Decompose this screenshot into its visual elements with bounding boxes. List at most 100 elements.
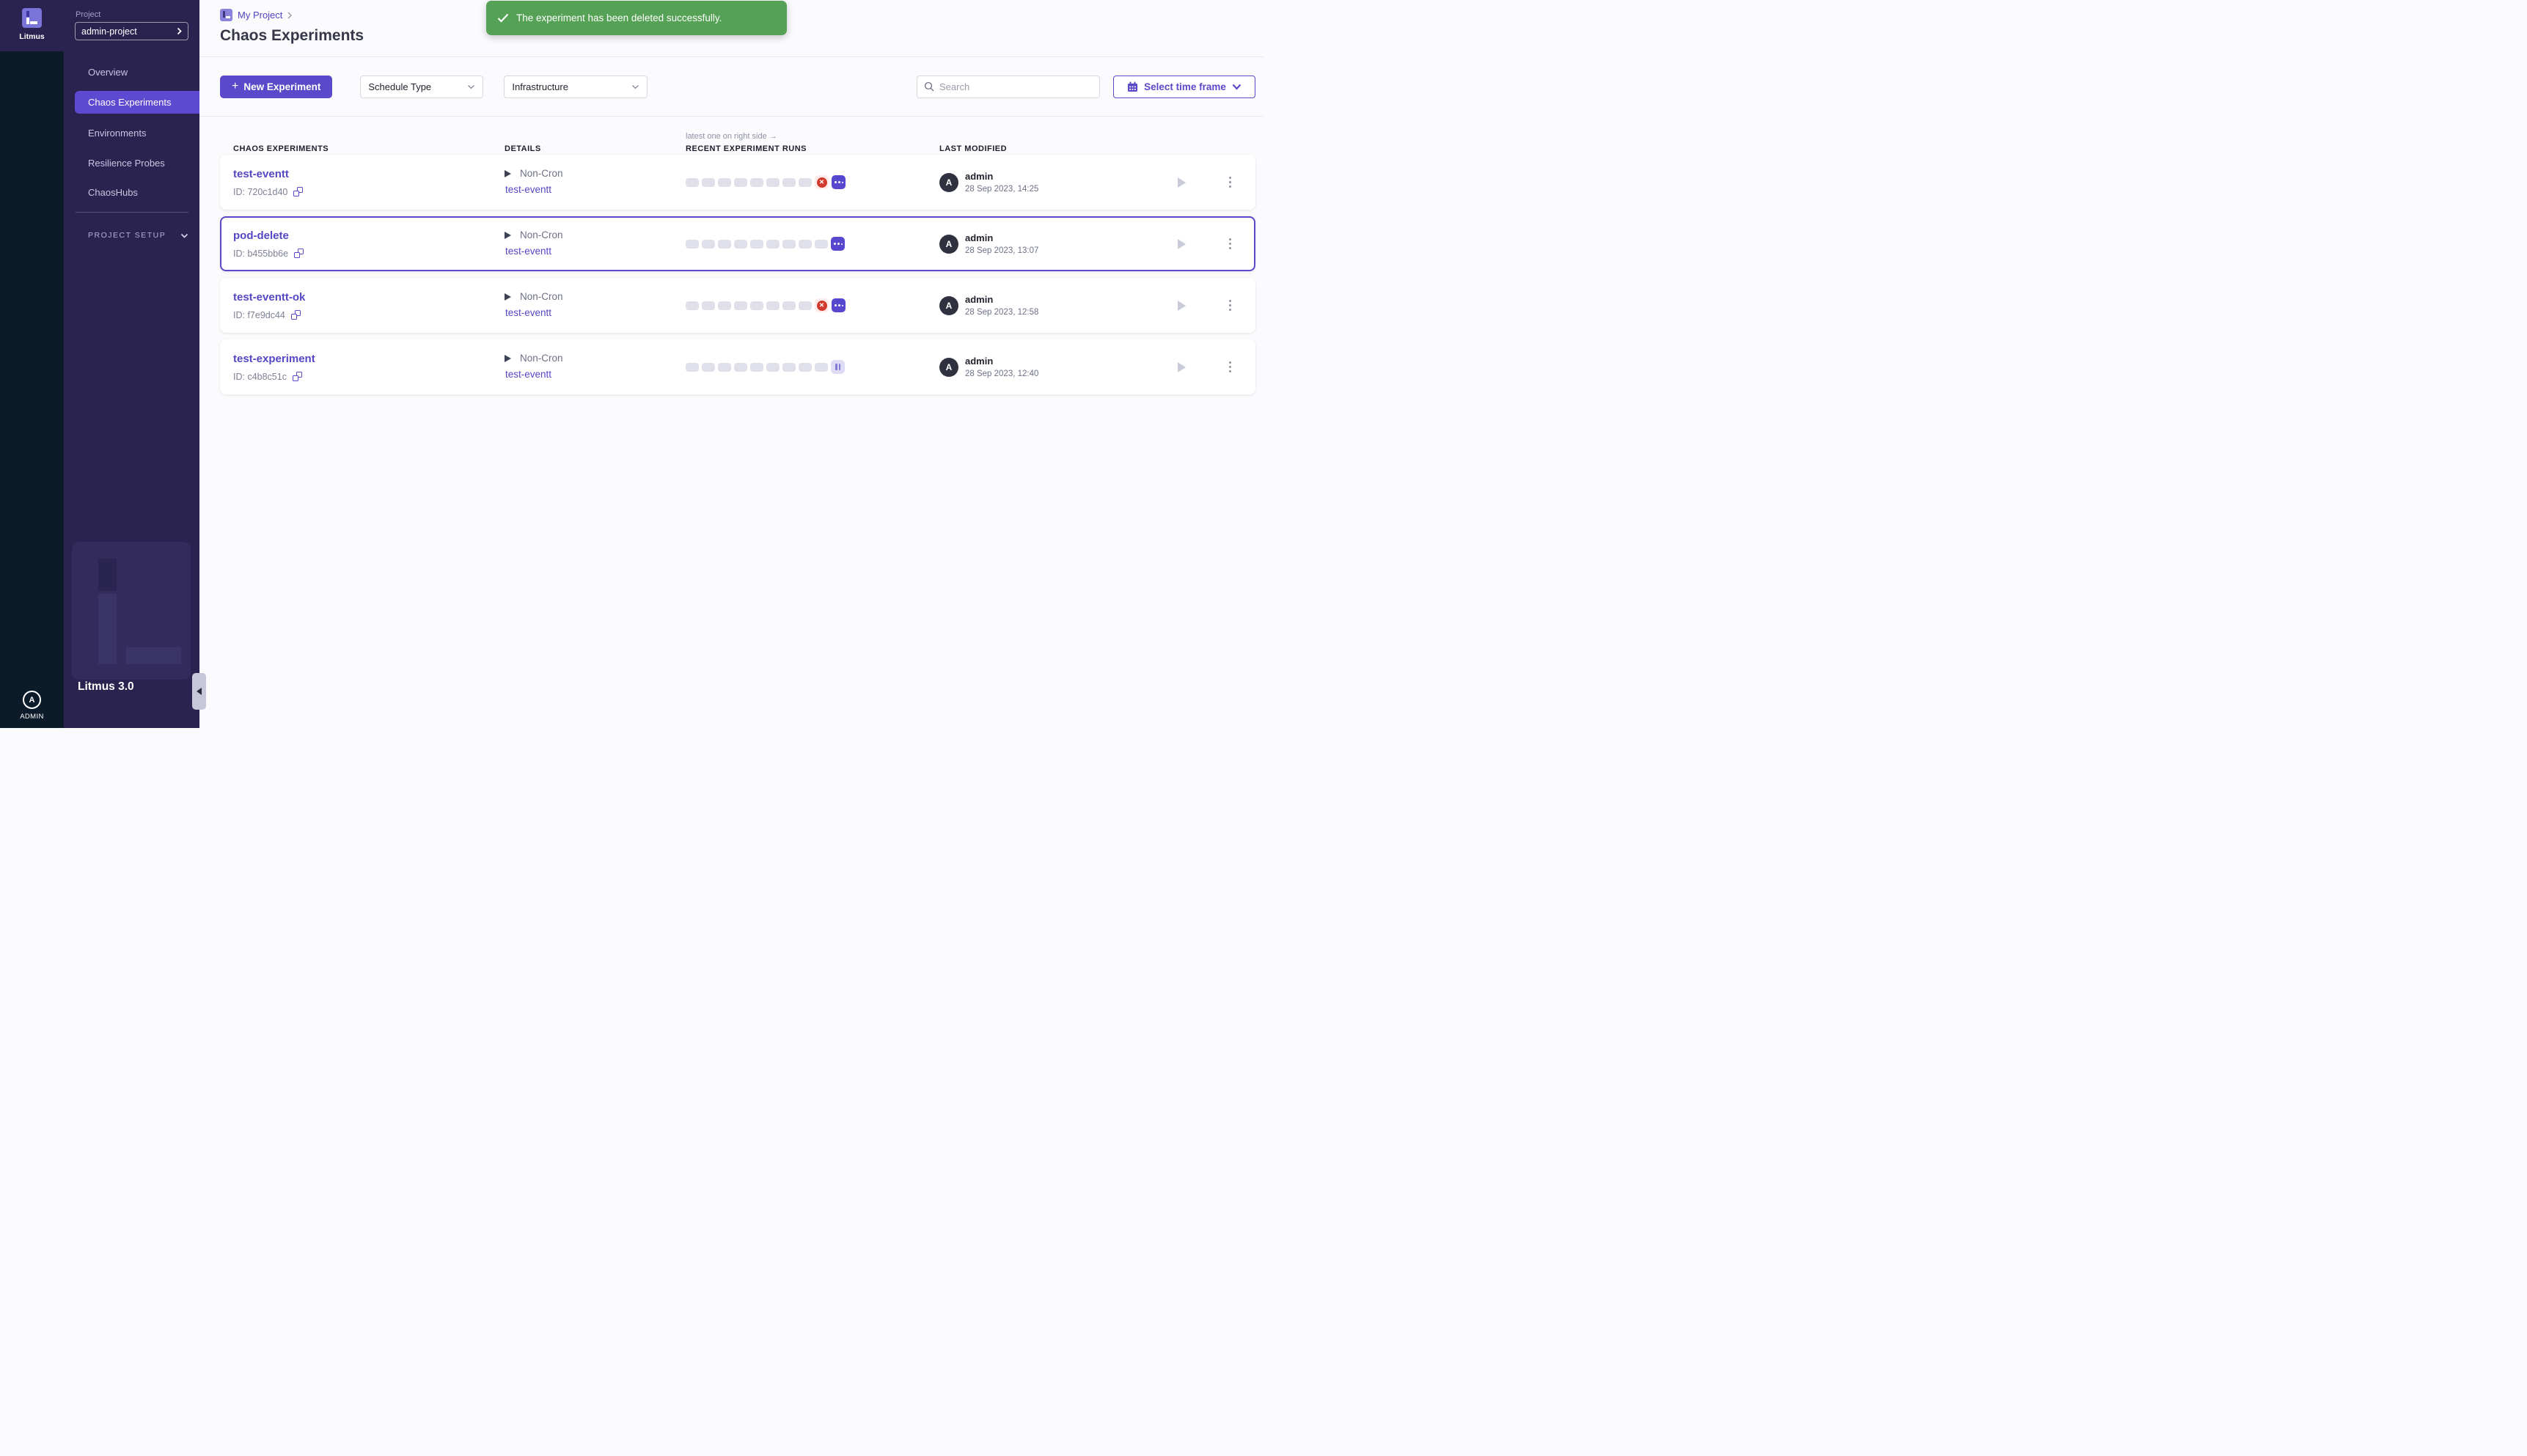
run-skeleton [734,363,747,372]
avatar: A [939,358,958,377]
copy-icon[interactable] [293,372,302,381]
run-skeleton [718,178,731,187]
sidebar-item-overview[interactable]: Overview [64,61,199,84]
sidebar-divider [76,212,188,213]
chevron-right-icon [177,27,182,35]
run-skeleton [782,240,796,249]
schedule-type: Non-Cron [520,229,563,240]
run-skeleton [799,301,812,310]
play-type-icon [505,293,511,301]
col-details: DETAILS [505,144,686,155]
experiment-name-link[interactable]: pod-delete [233,229,289,242]
run-skeleton [815,240,828,249]
template-link[interactable]: test-eventt [505,246,551,257]
run-skeleton [766,301,780,310]
template-link[interactable]: test-eventt [505,307,551,318]
run-experiment-button[interactable] [1178,301,1186,311]
modified-time: 28 Sep 2023, 12:40 [965,369,1038,378]
search-input[interactable] [939,81,1093,92]
run-skeleton [702,363,715,372]
user-avatar[interactable]: A [23,691,41,709]
main-content: My Project Chaos Experiments + New Exper… [199,0,1264,728]
play-type-icon [505,355,511,362]
run-skeleton [702,240,715,249]
col-last-modified: LAST MODIFIED [939,144,1167,155]
experiment-id: ID: f7e9dc44 [233,310,285,320]
modified-by: admin [965,294,1038,305]
copy-icon[interactable] [293,187,303,196]
plus-icon: + [232,80,238,93]
run-skeleton [718,363,731,372]
sidebar-item-chaos-experiments[interactable]: Chaos Experiments [75,91,199,114]
brand-name: Litmus [19,32,44,41]
new-experiment-button[interactable]: + New Experiment [220,76,332,98]
template-link[interactable]: test-eventt [505,369,551,380]
project-label: Project [76,10,100,19]
run-skeleton [782,363,796,372]
modified-by: admin [965,356,1038,367]
experiment-name-link[interactable]: test-experiment [233,353,315,365]
run-skeleton [686,240,699,249]
run-experiment-button[interactable] [1178,239,1186,249]
check-icon [497,13,509,23]
run-failed-icon[interactable]: ✕ [815,175,829,189]
modified-by: admin [965,171,1038,182]
run-skeleton [734,178,747,187]
run-experiment-button[interactable] [1178,177,1186,188]
recent-runs [686,237,939,251]
schedule-type-dropdown[interactable]: Schedule Type [360,76,483,98]
sidebar-item-environments[interactable]: Environments [64,122,199,144]
run-skeleton [782,178,796,187]
play-type-icon [505,232,511,239]
run-skeleton [718,301,731,310]
litmus-mini-logo-icon [220,9,232,21]
run-failed-icon[interactable]: ✕ [815,298,829,312]
schedule-type: Non-Cron [520,353,563,364]
sidebar-item-resilience-probes[interactable]: Resilience Probes [64,152,199,174]
copy-icon[interactable] [294,249,304,258]
row-menu-button[interactable] [1227,298,1234,314]
project-select[interactable]: admin-project [75,22,188,40]
experiment-id: ID: b455bb6e [233,249,288,259]
experiment-name-link[interactable]: test-eventt-ok [233,291,305,304]
breadcrumb-chevron-icon [287,12,292,19]
modified-time: 28 Sep 2023, 14:25 [965,185,1038,194]
modified-by: admin [965,232,1038,243]
template-link[interactable]: test-eventt [505,184,551,195]
table-row: test-eventt ID: 720c1d40 Non-Cron test-e… [220,155,1255,210]
table-header-row: CHAOS EXPERIMENTS DETAILS latest one on … [220,124,1255,155]
row-menu-button[interactable] [1227,359,1234,375]
avatar: A [939,296,958,315]
row-menu-button[interactable] [1227,236,1234,252]
run-running-icon[interactable] [832,175,846,189]
run-skeleton [686,178,699,187]
toolbar: + New Experiment Schedule Type Infrastru… [199,57,1264,117]
sidebar-collapse-button[interactable] [192,673,206,710]
run-skeleton [734,301,747,310]
runs-order-note: latest one on right side → [686,132,939,141]
run-experiment-button[interactable] [1178,362,1186,372]
project-setup-toggle[interactable]: PROJECT SETUP [88,231,188,240]
run-skeleton [799,363,812,372]
run-paused-icon[interactable] [831,360,845,374]
search-box [917,76,1100,98]
run-skeleton [734,240,747,249]
recent-runs: ✕ [686,175,939,189]
experiment-name-link[interactable]: test-eventt [233,168,289,180]
run-running-icon[interactable] [831,237,845,251]
modified-time: 28 Sep 2023, 12:58 [965,308,1038,317]
chevron-down-icon [467,84,475,89]
run-skeleton [750,301,763,310]
recent-runs [686,360,939,374]
schedule-type: Non-Cron [520,291,563,302]
run-running-icon[interactable] [832,298,846,312]
collapse-left-icon [197,688,202,695]
recent-runs: ✕ [686,298,939,312]
row-menu-button[interactable] [1227,174,1234,191]
sidebar-item-chaoshubs[interactable]: ChaosHubs [64,181,199,204]
breadcrumb-link[interactable]: My Project [238,10,282,21]
time-frame-button[interactable]: Select time frame [1113,76,1255,98]
copy-icon[interactable] [291,310,301,320]
search-icon [924,81,934,92]
infrastructure-dropdown[interactable]: Infrastructure [504,76,648,98]
